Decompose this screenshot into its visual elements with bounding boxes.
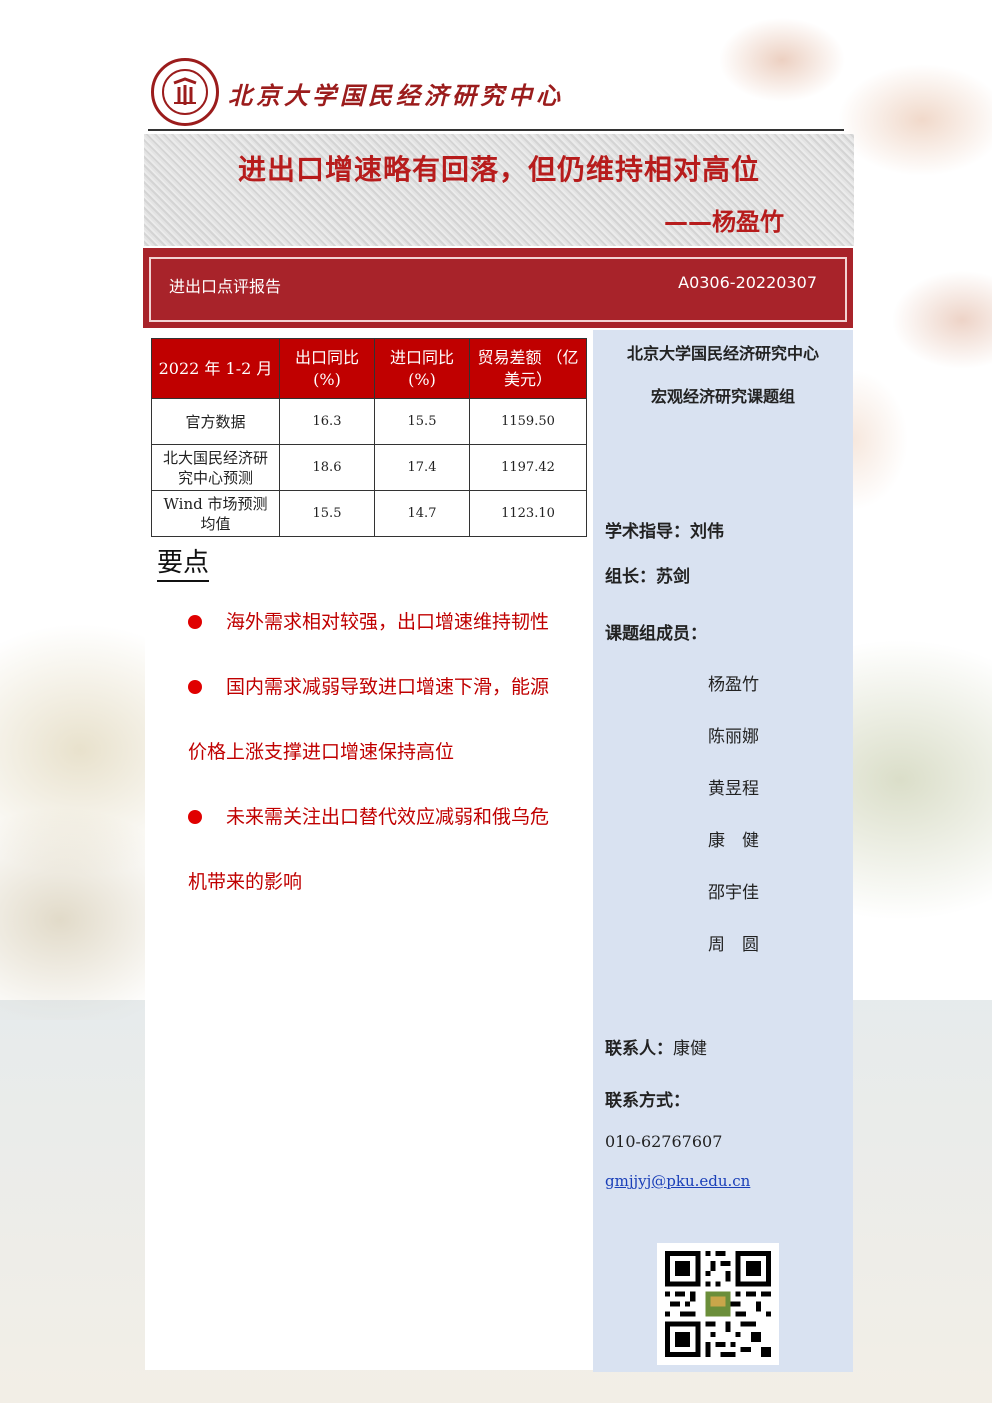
sidebar-members-label: 课题组成员： <box>605 624 707 644</box>
contact-email-link[interactable]: gmjjyj@pku.edu.cn <box>605 1172 750 1190</box>
row-label: 官方数据 <box>151 398 280 445</box>
key-point-continuation: 机带来的影响 <box>188 871 303 893</box>
key-point-item: 国内需求减弱导致进口增速下滑，能源 <box>188 676 573 698</box>
org-title: 北京大学国民经济研究中心 <box>228 81 564 110</box>
table-header-row: 2022 年 1-2 月 出口同比 (%) 进口同比 (%) 贸易差额 （亿美元… <box>151 338 587 399</box>
qr-code-icon <box>657 1243 779 1365</box>
key-point-text: 海外需求相对较强，出口增速维持韧性 <box>226 611 550 633</box>
balance-value: 1159.50 <box>469 398 587 445</box>
report-code: A0306-20220307 <box>678 273 817 292</box>
report-title: 进出口增速略有回落，但仍维持相对高位 <box>237 153 760 186</box>
contact-phone: 010-62767607 <box>605 1132 723 1151</box>
sidebar-org: 北京大学国民经济研究中心 <box>626 344 819 363</box>
qr-code-graphic <box>665 1251 771 1357</box>
key-point-continuation: 价格上涨支撑进口增速保持高位 <box>188 741 455 763</box>
table-header-balance: 贸易差额 （亿美元） <box>469 338 587 399</box>
contact-person: 联系人：康健 <box>605 1034 707 1059</box>
key-point-text: 未来需关注出口替代效应减弱和俄乌危 <box>226 806 550 828</box>
member-name: 黄昱程 <box>708 779 759 799</box>
balance-value: 1123.10 <box>469 490 587 537</box>
contact-name: 康健 <box>673 1039 707 1059</box>
export-value: 15.5 <box>279 490 375 537</box>
report-info-bar: 进出口点评报告 A0306-20220307 <box>143 248 853 328</box>
contact-label: 联系人： <box>605 1039 673 1059</box>
university-seal-icon <box>151 58 219 126</box>
import-value: 15.5 <box>374 398 470 445</box>
member-name: 陈丽娜 <box>708 727 759 747</box>
report-author: ——杨盈竹 <box>664 208 784 236</box>
key-point-item: 海外需求相对较强，出口增速维持韧性 <box>188 611 573 633</box>
bullet-dot-icon <box>188 810 202 824</box>
key-point-item: 未来需关注出口替代效应减弱和俄乌危 <box>188 806 573 828</box>
forecast-table: 2022 年 1-2 月 出口同比 (%) 进口同比 (%) 贸易差额 （亿美元… <box>151 338 587 537</box>
member-name: 周 圆 <box>708 935 759 955</box>
sidebar-leader: 组长：苏剑 <box>605 567 690 587</box>
row-label: 北大国民经济研究中心预测 <box>151 444 280 491</box>
member-name: 邵宇佳 <box>708 883 759 903</box>
table-header-period: 2022 年 1-2 月 <box>151 338 280 399</box>
right-sidebar: 北京大学国民经济研究中心 宏观经济研究课题组 学术指导：刘伟 组长：苏剑 课题组… <box>593 330 853 1372</box>
member-name: 杨盈竹 <box>708 675 759 695</box>
member-name: 康 健 <box>708 831 759 851</box>
left-panel: 2022 年 1-2 月 出口同比 (%) 进口同比 (%) 贸易差额 （亿美元… <box>145 330 593 1370</box>
export-value: 18.6 <box>279 444 375 491</box>
import-value: 17.4 <box>374 444 470 491</box>
table-row: 官方数据 16.3 15.5 1159.50 <box>151 398 587 445</box>
table-header-export: 出口同比 (%) <box>279 338 375 399</box>
sidebar-group: 宏观经济研究课题组 <box>650 387 795 406</box>
table-row: 北大国民经济研究中心预测 18.6 17.4 1197.42 <box>151 444 587 491</box>
sidebar-advisor: 学术指导：刘伟 <box>605 522 724 542</box>
bullet-dot-icon <box>188 680 202 694</box>
table-row: Wind 市场预测均值 15.5 14.7 1123.10 <box>151 490 587 537</box>
report-type: 进出口点评报告 <box>169 277 282 296</box>
import-value: 14.7 <box>374 490 470 537</box>
key-points-heading: 要点 <box>157 548 210 582</box>
balance-value: 1197.42 <box>469 444 587 491</box>
contact-method-label: 联系方式： <box>605 1091 690 1111</box>
title-banner: 进出口增速略有回落，但仍维持相对高位 ——杨盈竹 <box>144 134 854 246</box>
table-header-import: 进口同比 (%) <box>374 338 470 399</box>
seal-emblem-icon <box>173 77 197 105</box>
bullet-dot-icon <box>188 615 202 629</box>
header-divider <box>148 129 844 131</box>
key-point-text: 国内需求减弱导致进口增速下滑，能源 <box>226 676 550 698</box>
row-label: Wind 市场预测均值 <box>151 490 280 537</box>
export-value: 16.3 <box>279 398 375 445</box>
